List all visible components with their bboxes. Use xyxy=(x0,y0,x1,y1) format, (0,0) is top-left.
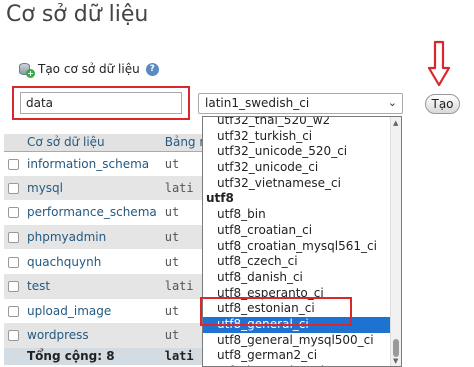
collation-option[interactable]: utf8_general_mysql500_ci xyxy=(203,333,392,349)
collation-select-value: latin1_swedish_ci xyxy=(205,96,310,110)
header-checkbox-cell xyxy=(4,134,23,152)
table-row: mysql lati xyxy=(4,175,216,201)
collation-option[interactable]: utf8_czech_ci xyxy=(203,254,392,270)
table-row: quachquynh ut xyxy=(4,249,216,274)
collation-option[interactable]: utf32_thai_520_w2 xyxy=(203,117,392,129)
row-checkbox[interactable] xyxy=(8,281,19,293)
dropdown-scrollbar[interactable]: ▲ ▼ xyxy=(390,117,401,366)
database-table: Cơ sở dữ liệu Bảng m information_schema … xyxy=(4,134,216,365)
collation-dropdown[interactable]: utf32_thai_520_w2 utf32_turkish_ci utf32_u… xyxy=(202,116,402,367)
collation-option-list: utf32_thai_520_w2 utf32_turkish_ci utf32_u… xyxy=(203,117,392,366)
collation-option[interactable]: utf8_german2_ci xyxy=(203,348,392,364)
database-name-link[interactable]: wordpress xyxy=(23,323,161,348)
row-checkbox[interactable] xyxy=(8,207,19,219)
collation-option[interactable]: utf32_vietnamese_ci xyxy=(203,176,392,192)
database-name-link[interactable]: mysql xyxy=(23,175,161,201)
table-header-row: Cơ sở dữ liệu Bảng m xyxy=(4,134,216,152)
scroll-thumb[interactable] xyxy=(393,339,399,357)
table-row: performance_schema ut xyxy=(4,200,216,225)
row-checkbox[interactable] xyxy=(8,305,19,317)
scroll-down-icon[interactable]: ▼ xyxy=(393,357,398,365)
create-database-label: Tạo cơ sở dữ liệu xyxy=(38,62,140,76)
create-button[interactable]: Tạo xyxy=(425,94,460,114)
row-checkbox[interactable] xyxy=(8,158,19,170)
collation-option[interactable]: utf8_croatian_mysql561_ci xyxy=(203,239,392,255)
database-add-icon: + xyxy=(18,61,35,78)
table-row: upload_image ut xyxy=(4,298,216,324)
database-name-link[interactable]: quachquynh xyxy=(23,249,161,274)
collation-option[interactable]: utf32_unicode_520_ci xyxy=(203,144,392,160)
total-count: Tổng cộng: 8 xyxy=(23,347,161,365)
collation-option[interactable]: utf8_bin xyxy=(203,207,392,223)
table-footer-row: Tổng cộng: 8 lati xyxy=(4,347,216,365)
database-name-link[interactable]: performance_schema xyxy=(23,200,161,225)
table-row: information_schema ut xyxy=(4,151,216,176)
database-name-link[interactable]: test xyxy=(23,273,161,299)
collation-select[interactable]: latin1_swedish_ci ⌄ xyxy=(198,93,403,114)
database-name-input[interactable] xyxy=(20,92,182,114)
collation-option[interactable]: utf32_turkish_ci xyxy=(203,129,392,145)
highlight-selected-option xyxy=(200,297,352,326)
page-title: Cơ sở dữ liệu xyxy=(6,2,149,27)
row-checkbox[interactable] xyxy=(8,232,19,244)
database-name-link[interactable]: phpmyadmin xyxy=(23,224,161,250)
scroll-up-icon[interactable]: ▲ xyxy=(393,119,398,127)
chevron-down-icon: ⌄ xyxy=(387,96,397,109)
collation-option[interactable]: utf8_danish_ci xyxy=(203,270,392,286)
help-icon[interactable]: ? xyxy=(145,62,159,76)
database-name-link[interactable]: upload_image xyxy=(23,298,161,324)
row-checkbox[interactable] xyxy=(8,182,19,194)
row-checkbox[interactable] xyxy=(8,330,19,342)
collation-option[interactable]: utf8_croatian_ci xyxy=(203,223,392,239)
option-group-label: utf8 xyxy=(206,191,234,206)
table-row: wordpress ut xyxy=(4,323,216,348)
collation-option[interactable]: utf32_unicode_ci xyxy=(203,160,392,176)
header-database[interactable]: Cơ sở dữ liệu xyxy=(23,134,161,152)
row-checkbox[interactable] xyxy=(8,256,19,268)
down-arrow-icon xyxy=(427,40,451,87)
create-database-heading: + Tạo cơ sở dữ liệu ? xyxy=(18,60,159,78)
database-name-link[interactable]: information_schema xyxy=(23,151,161,176)
table-row: test lati xyxy=(4,273,216,299)
table-row: phpmyadmin ut xyxy=(4,224,216,250)
